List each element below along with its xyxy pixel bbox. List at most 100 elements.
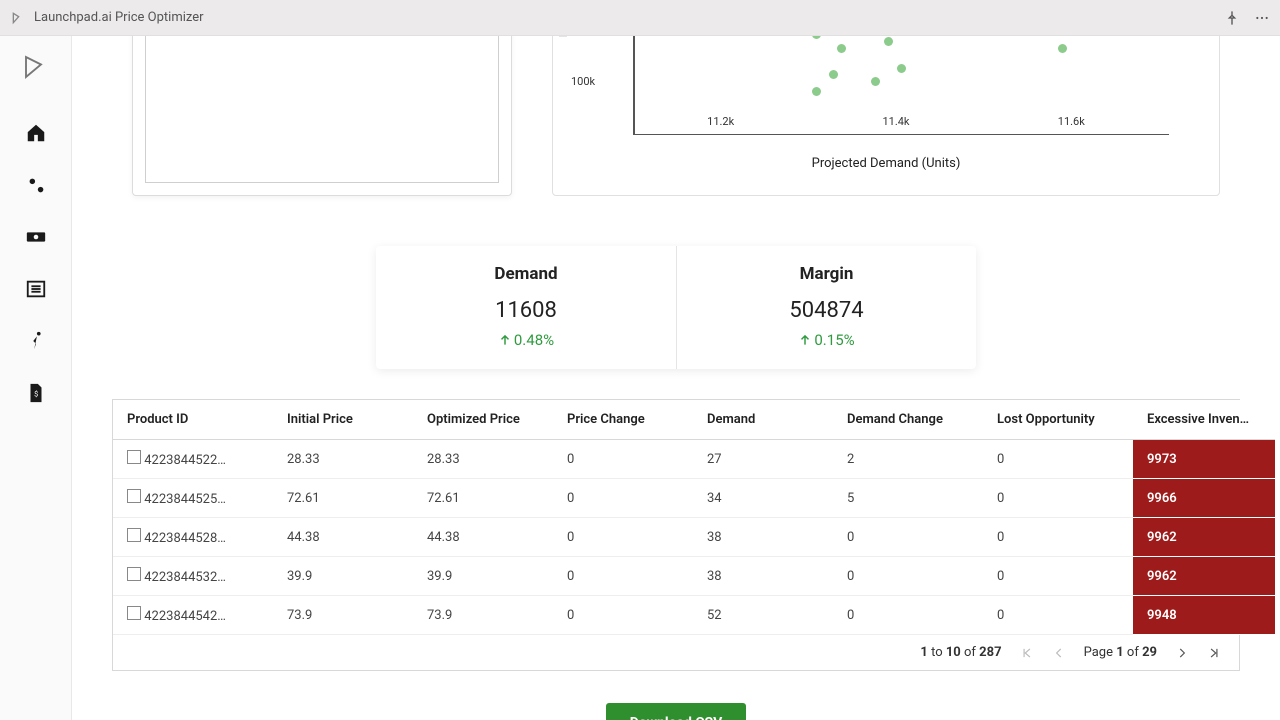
last-page-icon[interactable] (1207, 646, 1221, 660)
x-tick: 11.4k (882, 115, 909, 135)
col-demand-change[interactable]: Demand Change (833, 400, 983, 440)
first-page-icon[interactable] (1020, 646, 1034, 660)
x-tick: 11.6k (1058, 115, 1085, 135)
demand-metric: Demand 11608 0.48% (376, 246, 676, 369)
metrics-row: Demand 11608 0.48% Margin 504874 0.15% (72, 246, 1280, 369)
cell-initial-price: 72.61 (273, 479, 413, 518)
col-initial-price[interactable]: Initial Price (273, 400, 413, 440)
row-checkbox[interactable] (127, 567, 141, 581)
gears-icon[interactable] (25, 174, 47, 196)
prev-page-icon[interactable] (1052, 646, 1066, 660)
cell-demand-change: 2 (833, 440, 983, 479)
svg-text:$: $ (34, 390, 38, 399)
cell-demand-change: 5 (833, 479, 983, 518)
cell-demand-change: 0 (833, 518, 983, 557)
cell-lost-opportunity: 0 (983, 440, 1133, 479)
brand-logo-icon (21, 52, 51, 82)
cell-product-id: 4223844522… (144, 453, 226, 468)
cell-demand: 52 (693, 596, 833, 635)
cell-price-change: 0 (553, 518, 693, 557)
cell-excessive-inventory: 9973 (1133, 440, 1275, 479)
scatter-y-tick: 100k (571, 75, 595, 88)
cell-optimized-price: 39.9 (413, 557, 553, 596)
metric-title: Margin (697, 264, 956, 284)
app-title: Launchpad.ai Price Optimizer (34, 10, 1210, 25)
more-icon[interactable] (1254, 10, 1270, 26)
cell-product-id: 4223844525… (144, 492, 226, 507)
cell-optimized-price: 72.61 (413, 479, 553, 518)
scatter-dot (812, 87, 821, 96)
cell-excessive-inventory: 9948 (1133, 596, 1275, 635)
left-panel (132, 36, 512, 196)
scatter-dot (829, 70, 838, 79)
col-excessive-inventory[interactable]: Excessive Inven… (1133, 400, 1275, 440)
row-checkbox[interactable] (127, 606, 141, 620)
cell-demand: 38 (693, 557, 833, 596)
scatter-x-label: Projected Demand (Units) (553, 156, 1219, 171)
scatter-dot (837, 44, 846, 53)
cell-product-id: 4223844528… (144, 531, 226, 546)
download-csv-button[interactable]: Download CSV (606, 703, 747, 720)
row-checkbox[interactable] (127, 528, 141, 542)
cell-optimized-price: 44.38 (413, 518, 553, 557)
cell-product-id: 4223844542… (144, 609, 226, 624)
cell-demand-change: 0 (833, 596, 983, 635)
x-tick: 11.2k (707, 115, 734, 135)
cell-excessive-inventory: 9962 (1133, 518, 1275, 557)
scatter-y-label: Proj (557, 36, 570, 37)
list-icon[interactable] (25, 278, 47, 300)
app-logo-icon (10, 10, 26, 26)
cell-price-change: 0 (553, 596, 693, 635)
next-page-icon[interactable] (1175, 646, 1189, 660)
table-row[interactable]: 4223844525…72.6172.61034509966 (113, 479, 1275, 518)
cell-lost-opportunity: 0 (983, 479, 1133, 518)
main-content: Proj 100k 11.2k 11.4k 11.6k Projected De… (72, 36, 1280, 720)
cell-demand-change: 0 (833, 557, 983, 596)
col-demand[interactable]: Demand (693, 400, 833, 440)
cell-price-change: 0 (553, 557, 693, 596)
sidebar: $ (0, 36, 72, 720)
cell-demand: 34 (693, 479, 833, 518)
table-row[interactable]: 4223844542…73.973.9052009948 (113, 596, 1275, 635)
cell-demand: 38 (693, 518, 833, 557)
money-icon[interactable] (25, 226, 47, 248)
metric-delta: 0.15% (798, 331, 854, 349)
scatter-x-ticks: 11.2k 11.4k 11.6k (633, 115, 1159, 135)
delta-text: 0.15% (814, 331, 854, 349)
pin-icon[interactable] (1224, 10, 1240, 26)
pagination-bar: 1 to 10 of 287 Page 1 of 29 (113, 635, 1239, 670)
row-checkbox[interactable] (127, 489, 141, 503)
cell-initial-price: 44.38 (273, 518, 413, 557)
metric-delta: 0.48% (498, 331, 554, 349)
cell-lost-opportunity: 0 (983, 596, 1133, 635)
arrow-up-icon (498, 333, 512, 347)
table-row[interactable]: 4223844522…28.3328.33027209973 (113, 440, 1275, 479)
home-icon[interactable] (25, 122, 47, 144)
row-checkbox[interactable] (127, 450, 141, 464)
running-icon[interactable] (25, 330, 47, 352)
cell-excessive-inventory: 9966 (1133, 479, 1275, 518)
cell-initial-price: 28.33 (273, 440, 413, 479)
scatter-dot (812, 36, 821, 39)
scatter-dot (897, 64, 906, 73)
invoice-icon[interactable]: $ (25, 382, 47, 404)
table-header-row: Product ID Initial Price Optimized Price… (113, 400, 1275, 440)
cell-optimized-price: 73.9 (413, 596, 553, 635)
col-price-change[interactable]: Price Change (553, 400, 693, 440)
product-table: Product ID Initial Price Optimized Price… (112, 399, 1240, 671)
col-lost-opportunity[interactable]: Lost Opportunity (983, 400, 1133, 440)
titlebar: Launchpad.ai Price Optimizer (0, 0, 1280, 36)
cell-price-change: 0 (553, 479, 693, 518)
table-row[interactable]: 4223844532…39.939.9038009962 (113, 557, 1275, 596)
table-row[interactable]: 4223844528…44.3844.38038009962 (113, 518, 1275, 557)
col-product-id[interactable]: Product ID (113, 400, 273, 440)
cell-lost-opportunity: 0 (983, 518, 1133, 557)
metric-title: Demand (396, 264, 656, 284)
row-range: 1 to 10 of 287 (920, 645, 1001, 660)
cell-initial-price: 73.9 (273, 596, 413, 635)
metric-value: 504874 (697, 298, 956, 323)
delta-text: 0.48% (514, 331, 554, 349)
cell-product-id: 4223844532… (144, 570, 226, 585)
metric-value: 11608 (396, 298, 656, 323)
col-optimized-price[interactable]: Optimized Price (413, 400, 553, 440)
